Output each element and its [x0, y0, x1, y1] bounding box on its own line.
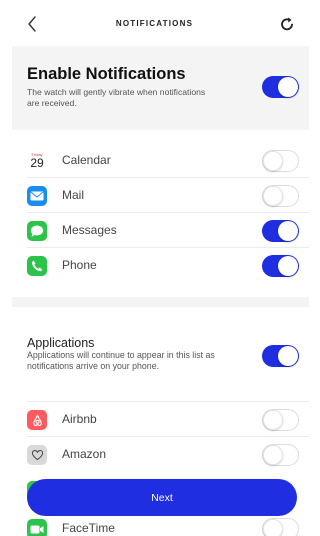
list-item-mail: Mail	[27, 178, 309, 213]
mail-icon	[27, 186, 47, 206]
phone-toggle[interactable]	[262, 255, 299, 277]
airbnb-icon	[27, 410, 47, 430]
back-button[interactable]	[22, 12, 42, 36]
mail-toggle[interactable]	[262, 185, 299, 207]
list-item-phone: Phone	[27, 248, 309, 283]
amazon-icon	[27, 445, 47, 465]
applications-title: Applications	[27, 336, 95, 350]
list-item-messages: Messages	[27, 213, 309, 248]
mail-label: Mail	[62, 188, 85, 202]
refresh-icon	[281, 17, 293, 31]
amazon-toggle[interactable]	[262, 444, 299, 466]
top-bar: NOTIFICATIONS	[0, 0, 309, 46]
facetime-toggle[interactable]	[262, 518, 299, 536]
enable-notifications-description: The watch will gently vibrate when notif…	[27, 87, 206, 108]
refresh-button[interactable]	[276, 13, 298, 35]
enable-notifications-toggle[interactable]	[262, 76, 299, 98]
airbnb-label: Airbnb	[62, 412, 97, 426]
calendar-toggle[interactable]	[262, 150, 299, 172]
messages-label: Messages	[62, 223, 117, 237]
amazon-label: Amazon	[62, 447, 107, 461]
calendar-day: 29	[30, 156, 44, 170]
calendar-icon: Friday 29	[27, 151, 47, 171]
section-divider	[12, 297, 309, 307]
airbnb-toggle[interactable]	[262, 409, 299, 431]
phone-label: Phone	[62, 258, 97, 272]
list-item-facetime: FaceTime	[27, 513, 309, 536]
applications-description: Applications will continue to appear in …	[27, 350, 215, 371]
list-item-calendar: Friday 29 Calendar	[27, 143, 309, 178]
applications-toggle[interactable]	[262, 345, 299, 367]
chevron-left-icon	[28, 16, 36, 32]
calendar-label: Calendar	[62, 153, 111, 167]
enable-notifications-title: Enable Notifications	[27, 65, 186, 83]
list-item-airbnb: Airbnb	[27, 402, 309, 437]
next-button[interactable]: Next	[27, 479, 297, 516]
messages-icon	[27, 221, 47, 241]
phone-icon	[27, 256, 47, 276]
facetime-icon	[27, 519, 47, 536]
messages-toggle[interactable]	[262, 220, 299, 242]
facetime-label: FaceTime	[62, 521, 115, 535]
page-title: NOTIFICATIONS	[115, 18, 194, 28]
enable-notifications-section: Enable Notifications The watch will gent…	[12, 46, 309, 130]
list-item-amazon: Amazon	[27, 437, 309, 472]
